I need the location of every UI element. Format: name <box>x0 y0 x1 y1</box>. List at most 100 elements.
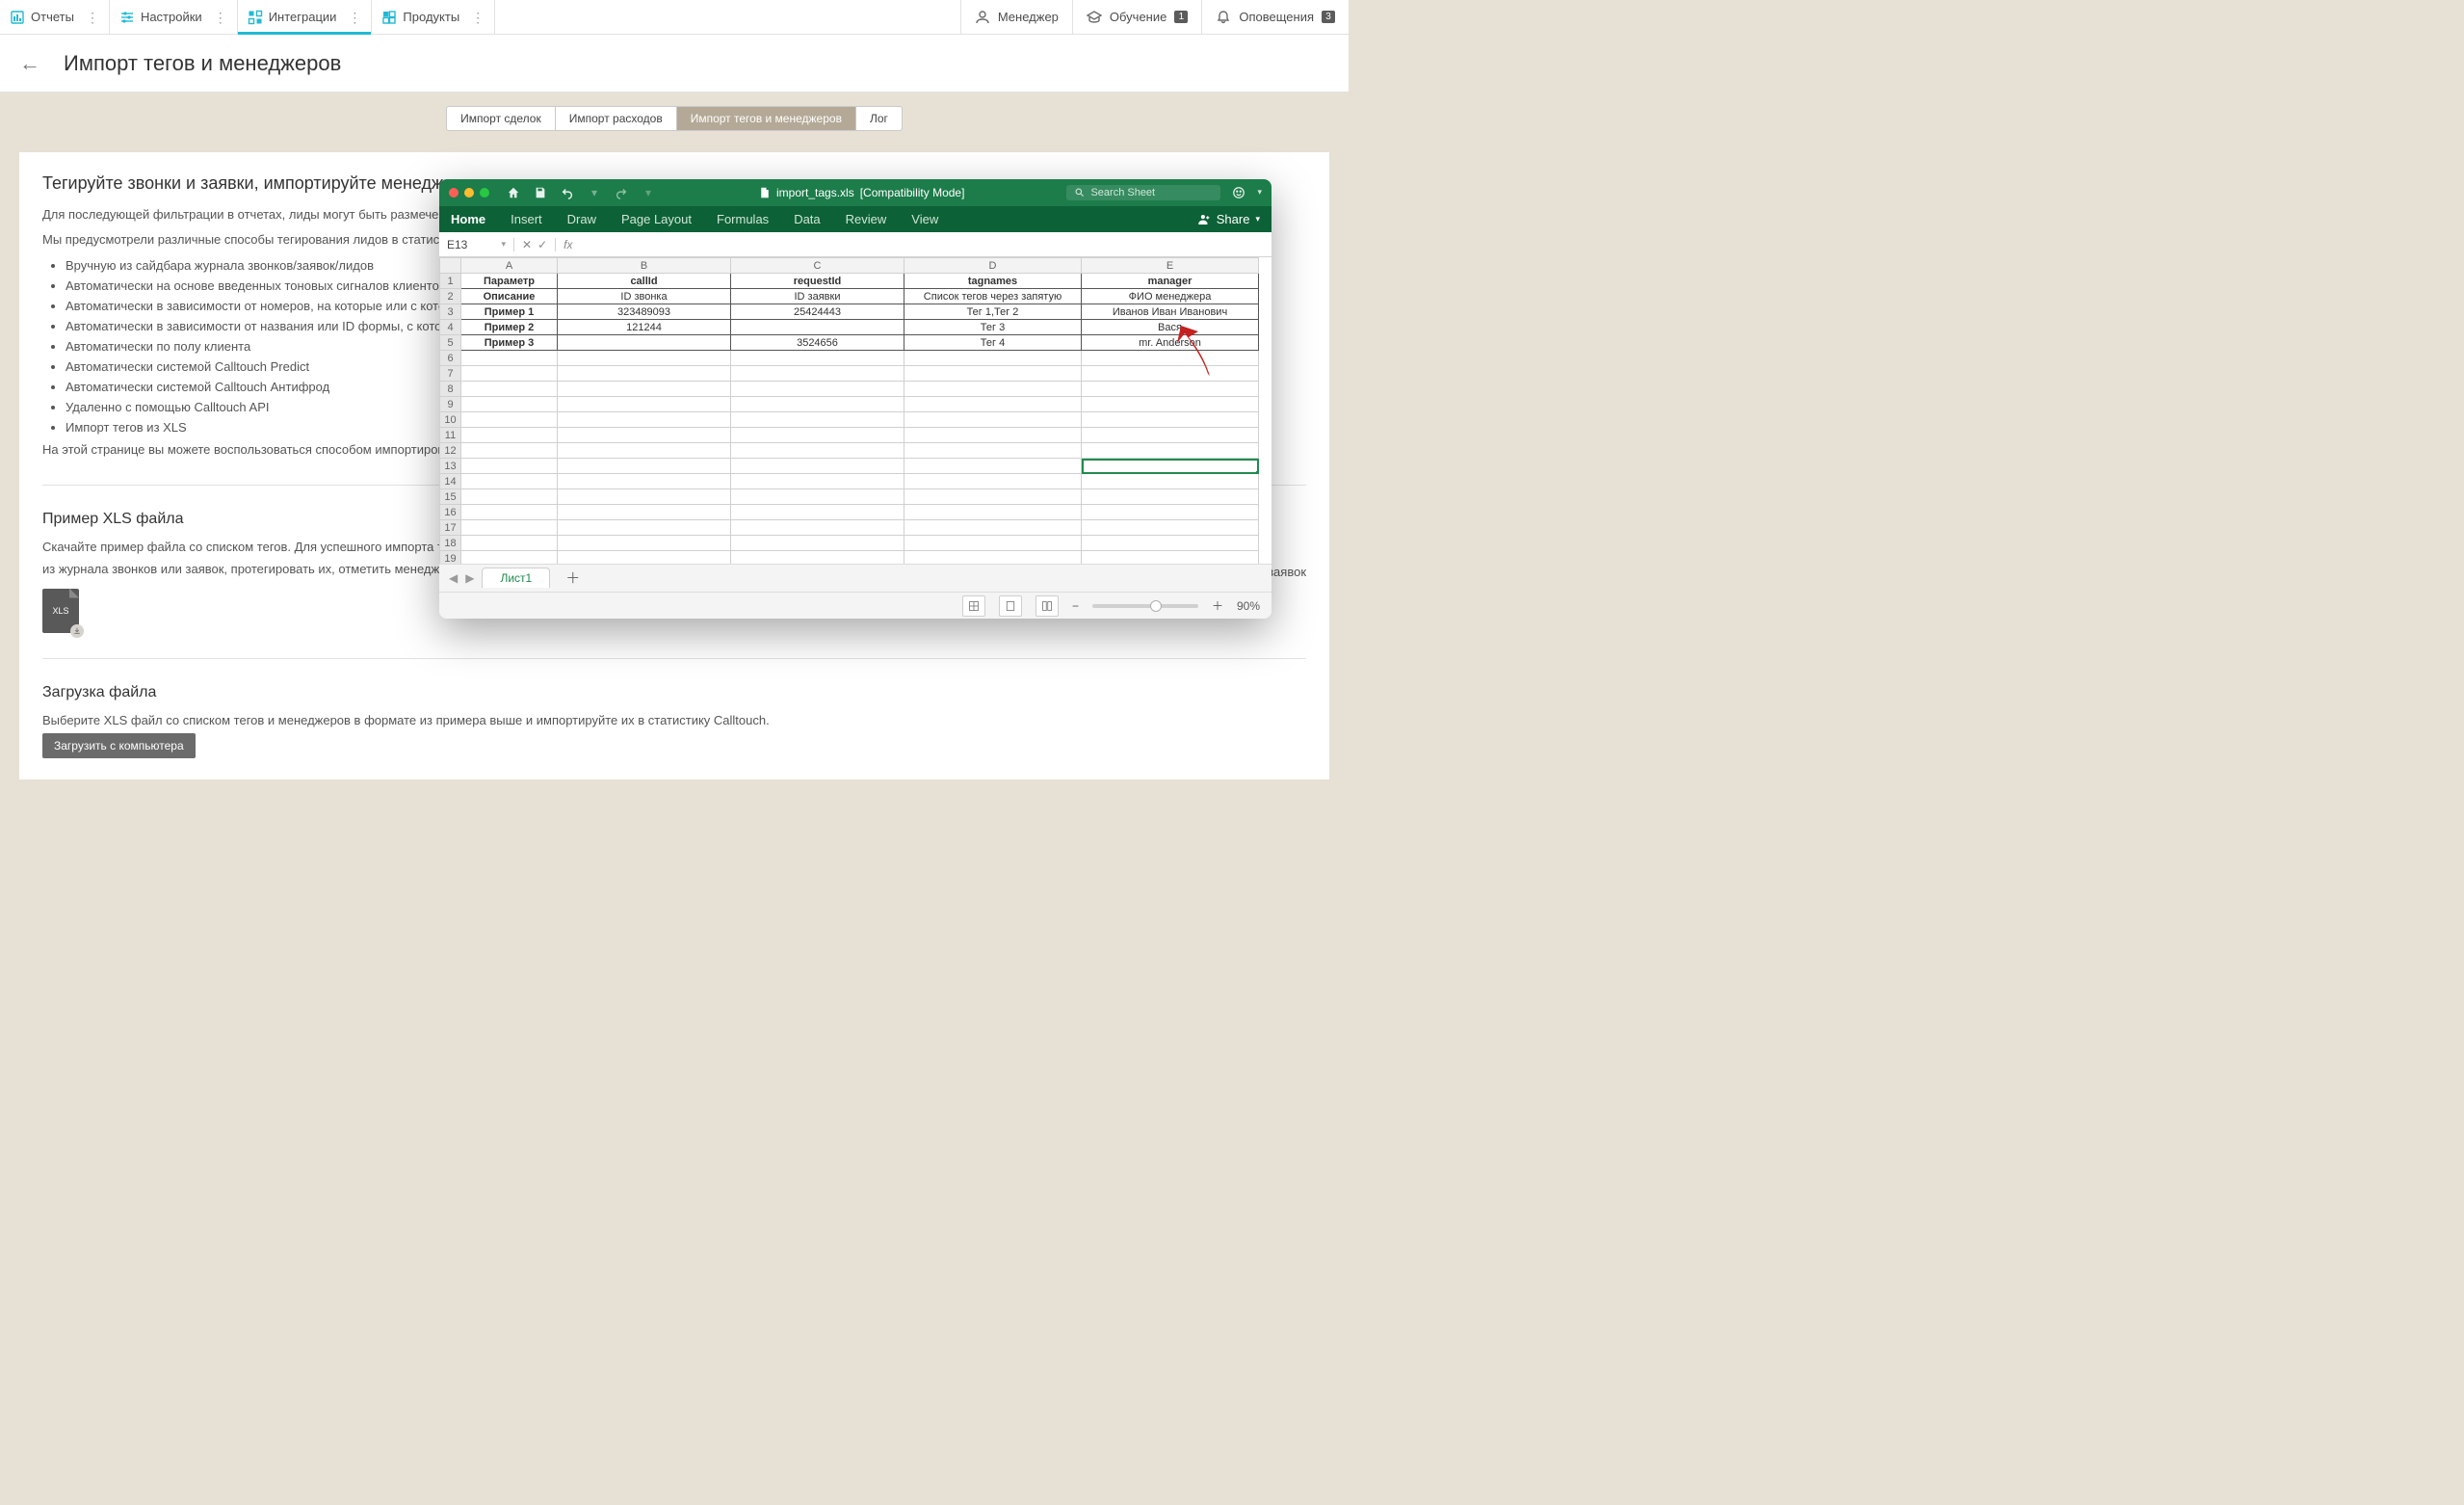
row-header[interactable]: 16 <box>440 505 461 520</box>
sheet-prev-icon[interactable]: ◀ <box>449 571 458 585</box>
cell[interactable]: 3524656 <box>731 335 904 351</box>
column-header[interactable]: D <box>904 258 1082 274</box>
excel-search[interactable]: Search Sheet <box>1066 185 1220 200</box>
ribbon-tab-insert[interactable]: Insert <box>511 212 542 226</box>
cell[interactable] <box>904 428 1082 443</box>
row-header[interactable]: 6 <box>440 351 461 366</box>
row-header[interactable]: 10 <box>440 412 461 428</box>
cell[interactable] <box>904 397 1082 412</box>
cell[interactable] <box>461 551 558 564</box>
cell[interactable] <box>1082 428 1259 443</box>
ribbon-tab-formulas[interactable]: Formulas <box>717 212 769 226</box>
column-header[interactable]: B <box>558 258 731 274</box>
cancel-icon[interactable]: ✕ <box>522 238 532 251</box>
cell[interactable] <box>1082 382 1259 397</box>
cell[interactable] <box>461 489 558 505</box>
back-arrow[interactable]: ← <box>19 51 40 76</box>
cell[interactable]: 323489093 <box>558 304 731 320</box>
corner-cell[interactable] <box>440 258 461 274</box>
subtab-import-expenses[interactable]: Импорт расходов <box>556 107 677 130</box>
cell[interactable] <box>461 397 558 412</box>
row-header[interactable]: 4 <box>440 320 461 335</box>
cell[interactable]: Описание <box>461 289 558 304</box>
window-controls[interactable] <box>449 188 489 198</box>
smiley-icon[interactable] <box>1230 186 1247 199</box>
cell[interactable]: Вася <box>1082 320 1259 335</box>
row-header[interactable]: 3 <box>440 304 461 320</box>
xls-download-button[interactable]: XLS <box>42 589 79 633</box>
cell[interactable] <box>731 351 904 366</box>
cell[interactable] <box>558 412 731 428</box>
view-pagelayout-icon[interactable] <box>999 595 1022 617</box>
cell[interactable]: Параметр <box>461 274 558 289</box>
cell[interactable] <box>731 382 904 397</box>
cell[interactable] <box>731 428 904 443</box>
cell[interactable] <box>731 551 904 564</box>
name-box[interactable]: E13 ▾ <box>439 238 514 251</box>
column-header[interactable]: A <box>461 258 558 274</box>
manager-link[interactable]: Менеджер <box>960 0 1072 34</box>
home-icon[interactable] <box>505 186 522 199</box>
cell[interactable]: Иванов Иван Иванович <box>1082 304 1259 320</box>
cell[interactable] <box>1082 536 1259 551</box>
cell[interactable] <box>731 443 904 459</box>
save-icon[interactable] <box>532 186 549 199</box>
row-header[interactable]: 19 <box>440 551 461 564</box>
learning-link[interactable]: Обучение 1 <box>1072 0 1201 34</box>
cell[interactable] <box>731 536 904 551</box>
row-header[interactable]: 12 <box>440 443 461 459</box>
cell[interactable] <box>1082 459 1259 474</box>
cell[interactable] <box>731 320 904 335</box>
cell[interactable] <box>904 489 1082 505</box>
cell[interactable]: requestId <box>731 274 904 289</box>
cell[interactable] <box>558 366 731 382</box>
cell[interactable] <box>904 536 1082 551</box>
cell[interactable] <box>904 366 1082 382</box>
cell[interactable] <box>558 351 731 366</box>
confirm-icon[interactable]: ✓ <box>537 238 547 251</box>
cell[interactable] <box>904 520 1082 536</box>
cell[interactable] <box>1082 505 1259 520</box>
ribbon-tab-view[interactable]: View <box>911 212 938 226</box>
zoom-icon[interactable] <box>480 188 489 198</box>
view-pagebreak-icon[interactable] <box>1035 595 1059 617</box>
topnav-tab-reports[interactable]: Отчеты ⋮ <box>0 0 110 34</box>
cell[interactable] <box>1082 443 1259 459</box>
row-header[interactable]: 11 <box>440 428 461 443</box>
sheet-next-icon[interactable]: ▶ <box>465 571 474 585</box>
cell[interactable] <box>1082 397 1259 412</box>
subtab-log[interactable]: Лог <box>856 107 902 130</box>
cell[interactable]: Пример 3 <box>461 335 558 351</box>
cell[interactable] <box>1082 551 1259 564</box>
cell[interactable] <box>1082 520 1259 536</box>
redo-dropdown-icon[interactable]: ▾ <box>640 186 657 199</box>
cell[interactable] <box>904 412 1082 428</box>
cell[interactable] <box>904 443 1082 459</box>
row-header[interactable]: 1 <box>440 274 461 289</box>
ribbon-tab-pagelayout[interactable]: Page Layout <box>621 212 692 226</box>
cell[interactable] <box>461 412 558 428</box>
topnav-tab-products[interactable]: Продукты ⋮ <box>372 0 495 34</box>
minimize-icon[interactable] <box>464 188 474 198</box>
notifications-link[interactable]: Оповещения 3 <box>1201 0 1349 34</box>
share-button[interactable]: Share ▾ <box>1198 212 1260 226</box>
row-header[interactable]: 14 <box>440 474 461 489</box>
close-icon[interactable] <box>449 188 459 198</box>
cell[interactable]: ID заявки <box>731 289 904 304</box>
cell[interactable] <box>731 366 904 382</box>
cell[interactable] <box>558 397 731 412</box>
ribbon-tab-review[interactable]: Review <box>846 212 887 226</box>
subtab-import-deals[interactable]: Импорт сделок <box>447 107 556 130</box>
cell[interactable] <box>558 505 731 520</box>
cell[interactable] <box>461 366 558 382</box>
undo-dropdown-icon[interactable]: ▾ <box>586 186 603 199</box>
cell[interactable] <box>731 474 904 489</box>
column-header[interactable]: C <box>731 258 904 274</box>
cell[interactable] <box>731 412 904 428</box>
cell[interactable]: Тег 1,Тег 2 <box>904 304 1082 320</box>
cell[interactable]: ID звонка <box>558 289 731 304</box>
cell[interactable]: Пример 1 <box>461 304 558 320</box>
cell[interactable] <box>1082 489 1259 505</box>
cell[interactable] <box>461 459 558 474</box>
row-header[interactable]: 7 <box>440 366 461 382</box>
